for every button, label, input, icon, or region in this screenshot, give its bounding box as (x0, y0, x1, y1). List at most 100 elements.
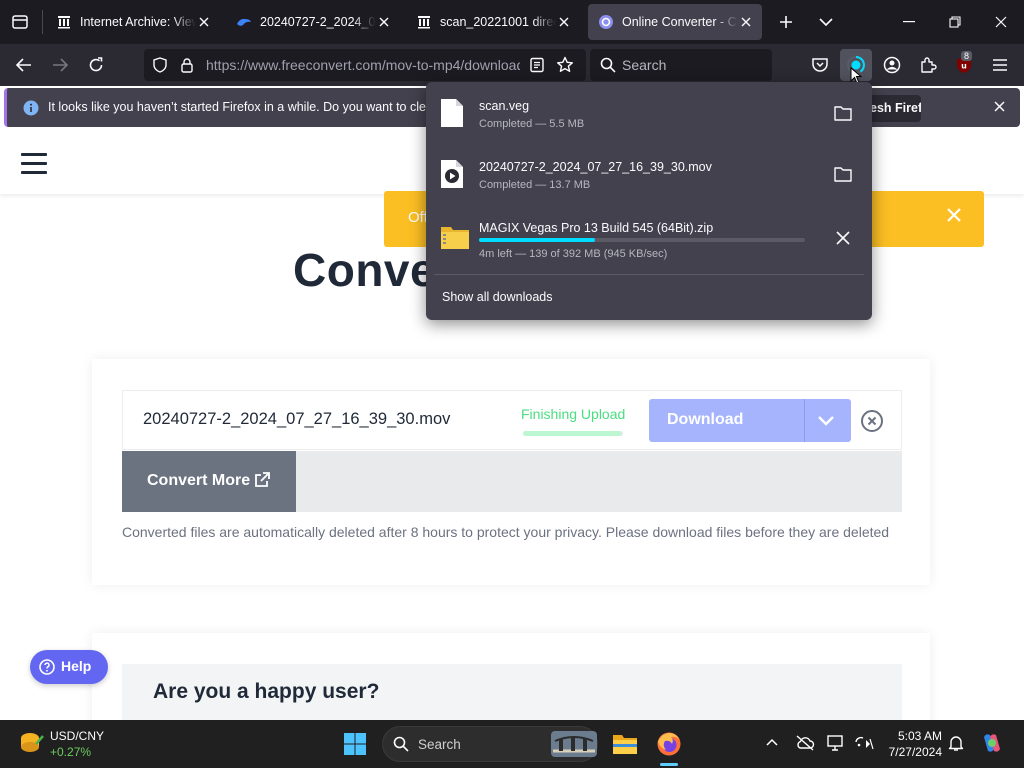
forward-arrow-icon (53, 58, 68, 72)
back-button[interactable] (8, 49, 40, 81)
windows-start-icon[interactable] (343, 732, 367, 756)
happy-user-section: Are you a happy user? (122, 664, 902, 720)
address-bar[interactable]: https://www.freeconvert.com/mov-to-mp4/d… (144, 49, 586, 81)
extension-badge: 8 (961, 51, 973, 61)
hamburger-menu-icon (993, 59, 1007, 71)
currency-widget-icon[interactable] (18, 730, 44, 756)
tab-online-converter[interactable]: Online Converter - Convert (588, 4, 762, 40)
close-tab-icon[interactable] (738, 14, 754, 30)
clock-date[interactable]: 7/27/2024 (850, 745, 942, 759)
close-banner-icon[interactable] (946, 207, 962, 223)
star-bookmark-icon[interactable] (556, 56, 574, 74)
tab-internet-archive[interactable]: Internet Archive: View Archive (46, 4, 220, 40)
search-highlight-image (551, 731, 597, 757)
chevron-down-icon (819, 18, 833, 27)
widget-value: +0.27% (50, 745, 92, 759)
browser-tab-strip: Internet Archive: View Archive 20240727-… (0, 0, 1024, 44)
shield-icon[interactable] (152, 57, 168, 73)
download-status: Completed — 5.5 MB (479, 118, 585, 130)
close-tab-icon[interactable] (196, 14, 212, 30)
download-item[interactable]: MAGIX Vegas Pro 13 Build 545 (64Bit).zip… (426, 204, 872, 264)
extensions-button[interactable] (912, 49, 944, 81)
download-button[interactable]: Download (649, 399, 851, 442)
upload-status-text: Finishing Upload (521, 406, 626, 422)
account-icon (883, 56, 901, 74)
cancel-file-icon[interactable] (860, 409, 884, 433)
minimize-icon (903, 21, 915, 23)
upload-progress-bar (523, 431, 623, 436)
download-button-separator (804, 399, 805, 442)
chevron-down-icon[interactable] (815, 409, 837, 431)
tab-title: Internet Archive: View Archive (80, 15, 196, 29)
cloud-offline-icon[interactable] (795, 734, 815, 752)
close-notification-icon[interactable] (994, 101, 1005, 112)
firefox-view-icon (12, 15, 28, 29)
download-progress-bar (479, 238, 805, 242)
upload-progress-fill (523, 431, 621, 436)
forward-button[interactable] (44, 49, 76, 81)
active-app-indicator (660, 763, 678, 766)
reload-button[interactable] (80, 49, 112, 81)
lock-icon[interactable] (180, 57, 194, 73)
info-icon (23, 100, 39, 116)
widget-title: USD/CNY (50, 729, 105, 743)
search-icon (393, 736, 409, 752)
show-all-downloads-link[interactable]: Show all downloads (442, 290, 553, 304)
archive-building-icon (56, 14, 72, 30)
app-menu-button[interactable] (984, 49, 1016, 81)
search-icon (600, 57, 616, 73)
file-explorer-taskbar-button[interactable] (606, 726, 644, 762)
notification-bell-icon[interactable] (948, 734, 964, 752)
convert-more-button[interactable]: Convert More (122, 451, 296, 512)
clock-time[interactable]: 5:03 AM (870, 729, 942, 743)
download-name: 20240727-2_2024_07_27_16_39_30.mov (479, 160, 712, 174)
account-button[interactable] (876, 49, 908, 81)
minimize-window-button[interactable] (886, 0, 932, 44)
reload-icon (89, 57, 103, 72)
tab-divider (42, 10, 43, 34)
search-placeholder: Search (622, 57, 667, 73)
download-item[interactable]: scan.veg Completed — 5.5 MB (426, 82, 872, 142)
site-menu-button[interactable] (0, 131, 70, 194)
list-all-tabs-button[interactable] (810, 0, 842, 44)
display-icon[interactable] (827, 734, 845, 752)
new-tab-button[interactable] (770, 0, 802, 44)
hamburger-bar (21, 162, 47, 165)
cancel-download-icon[interactable] (836, 231, 850, 245)
firefox-view-button[interactable] (4, 0, 36, 44)
taskbar-search-box[interactable]: Search (382, 726, 598, 762)
open-folder-icon[interactable] (834, 166, 852, 182)
search-bar[interactable]: Search (590, 49, 772, 81)
close-window-button[interactable] (978, 0, 1024, 44)
reader-view-icon[interactable] (529, 57, 545, 73)
back-arrow-icon (16, 58, 31, 72)
freeconvert-logo-icon (598, 14, 614, 30)
plus-icon (780, 16, 792, 28)
converted-file-name: 20240727-2_2024_07_27_16_39_30.mov (143, 410, 451, 428)
open-folder-icon[interactable] (834, 105, 852, 121)
auto-delete-notice: Converted files are automatically delete… (122, 524, 890, 540)
close-tab-icon[interactable] (376, 14, 392, 30)
copilot-icon[interactable] (980, 731, 1004, 755)
ublock-extension-button[interactable]: u 8 (948, 49, 980, 81)
pocket-icon (812, 58, 828, 72)
happy-user-heading: Are you a happy user? (153, 680, 380, 703)
download-button-label: Download (667, 411, 744, 428)
tab-title: Online Converter - Convert (622, 15, 738, 29)
download-status: 4m left — 139 of 392 MB (945 KB/sec) (479, 248, 668, 260)
url-text[interactable]: https://www.freeconvert.com/mov-to-mp4/d… (206, 57, 520, 73)
help-button[interactable]: Help (30, 650, 108, 684)
chevron-up-icon[interactable] (766, 738, 778, 746)
restore-window-button[interactable] (932, 0, 978, 44)
download-item[interactable]: 20240727-2_2024_07_27_16_39_30.mov Compl… (426, 143, 872, 203)
firefox-taskbar-button[interactable] (650, 726, 688, 762)
svg-text:u: u (961, 62, 967, 71)
document-icon (441, 99, 463, 127)
firefox-icon (657, 732, 681, 756)
taskbar-search-label: Search (418, 737, 461, 752)
pocket-button[interactable] (804, 49, 836, 81)
close-tab-icon[interactable] (556, 14, 572, 30)
tab-mov-file[interactable]: 20240727-2_2024_07_27_16_39_30 (226, 4, 400, 40)
tab-title: 20240727-2_2024_07_27_16_39_30 (260, 15, 376, 29)
tab-scan-directory[interactable]: scan_20221001 directory listing (406, 4, 580, 40)
